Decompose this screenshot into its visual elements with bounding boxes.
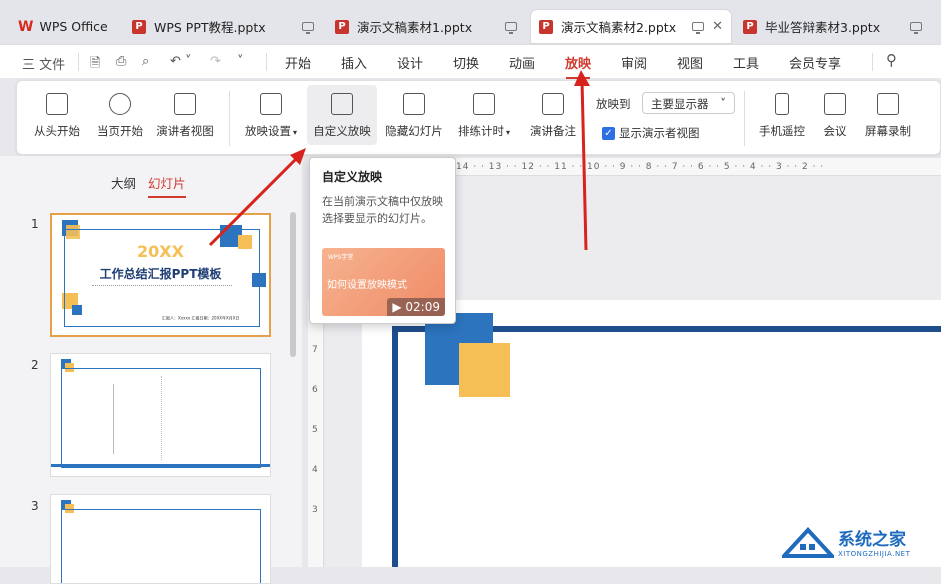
watermark: 系统之家 XITONGZHIJIA.NET <box>782 522 910 560</box>
annotation-arrows <box>208 70 590 251</box>
watermark-logo-icon <box>782 527 834 558</box>
